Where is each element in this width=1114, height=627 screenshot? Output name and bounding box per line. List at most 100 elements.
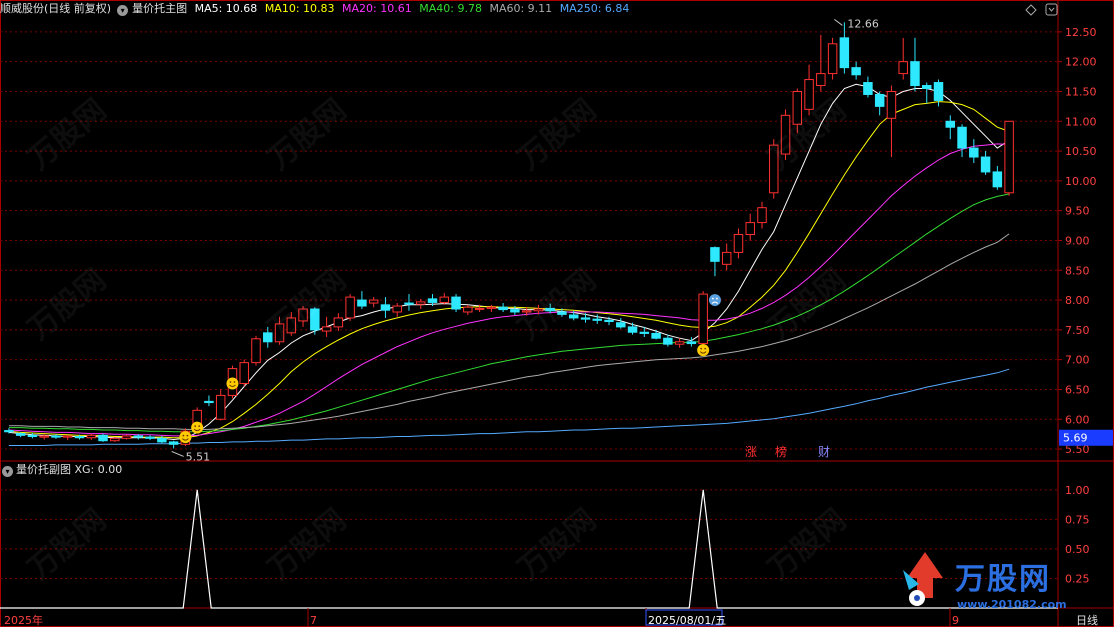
candle-body <box>439 296 450 303</box>
ma60-label: MA60: 9.11 <box>489 2 553 15</box>
candle <box>733 228 744 259</box>
candle-body <box>27 434 38 438</box>
candle-body <box>580 317 591 320</box>
candle <box>86 433 96 441</box>
price-tick-label: 10.50 <box>1065 145 1097 158</box>
stock-title[interactable]: 顺威股份(日线 前复权) <box>0 2 111 15</box>
candle-body <box>74 436 85 439</box>
smiley-eye <box>182 434 185 437</box>
candle <box>627 322 638 335</box>
candle-body <box>980 156 991 173</box>
logo-mascot-icon <box>903 552 943 606</box>
candle <box>498 303 508 312</box>
candle <box>15 432 26 438</box>
candle-body <box>568 314 579 319</box>
ma5-label: MA5: 10.68 <box>194 2 258 15</box>
candle <box>616 317 626 329</box>
candle <box>757 201 767 229</box>
candle <box>710 246 720 277</box>
date-label: 2025/08/01/五 <box>648 614 726 627</box>
candle-body <box>145 436 155 439</box>
sad-face <box>708 294 721 307</box>
candle-body <box>4 430 14 433</box>
chevron-down-icon <box>1048 7 1055 12</box>
event-badge: 财 <box>818 445 830 459</box>
smiley-eye <box>186 434 189 437</box>
candle-body <box>533 308 544 312</box>
candle <box>110 437 120 442</box>
candle <box>215 389 226 421</box>
chevron-down-icon[interactable]: ▾ <box>117 5 129 16</box>
candle-body <box>451 296 461 310</box>
smiley-eye <box>198 425 201 428</box>
candle-body <box>333 317 344 328</box>
candle <box>863 76 873 98</box>
candle-body <box>804 79 814 110</box>
candle-body <box>215 394 226 420</box>
candle <box>27 432 38 439</box>
candle-body <box>427 298 438 303</box>
frame <box>0 0 1114 627</box>
candles <box>4 22 1014 449</box>
ma-lines <box>8 83 1010 446</box>
price-chart[interactable]: 12.50 12.00 11.50 11.00 10.50 10.00 9.50 9.00 8.… <box>0 0 1114 627</box>
smiley-eye <box>233 381 236 383</box>
candle <box>380 297 391 318</box>
low-marker <box>171 451 184 457</box>
candle <box>368 297 379 308</box>
candle-body <box>463 306 473 313</box>
smiley-icon <box>697 344 710 357</box>
candle-body <box>416 301 426 305</box>
ma20-label: MA20: 10.61 <box>342 2 412 15</box>
candle-body <box>474 307 485 310</box>
low-label: 5.51 <box>186 450 211 463</box>
candle-body <box>839 37 850 69</box>
candle-body <box>674 341 685 345</box>
price-tick-label: 8.00 <box>1065 294 1090 307</box>
candle-body <box>898 61 908 75</box>
sub-tick-label: 0.75 <box>1065 513 1090 526</box>
candle-body <box>592 318 602 321</box>
candle-body <box>957 126 967 149</box>
candle <box>992 165 1003 190</box>
candle-body <box>157 437 167 443</box>
ma250-label: MA250: 6.84 <box>559 2 630 15</box>
ma-line-ma10 <box>8 101 1010 439</box>
candle <box>922 82 932 104</box>
candle-body <box>98 434 108 442</box>
candle-body <box>733 234 744 253</box>
high-label: 12.66 <box>847 17 879 30</box>
candle-body <box>769 144 779 194</box>
chevron-down-icon[interactable]: ▾ <box>2 466 13 477</box>
candle <box>910 37 920 92</box>
candle <box>404 294 414 311</box>
candle <box>239 359 249 387</box>
candle <box>969 139 979 163</box>
indicator-name[interactable]: 量价托主图 <box>132 2 187 15</box>
sub-indicator-name[interactable]: 量价托副图 <box>16 463 71 476</box>
candle <box>204 395 214 407</box>
candle-body <box>1004 120 1014 194</box>
price-tick-label: 9.50 <box>1065 205 1090 218</box>
candle-body <box>62 435 73 438</box>
candle-body <box>886 90 897 119</box>
candle <box>321 316 332 338</box>
candle-body <box>721 251 732 265</box>
candle-body <box>121 435 132 439</box>
ma10-label: MA10: 10.83 <box>264 2 335 15</box>
grid-lines <box>0 0 1114 627</box>
logo-text: 万股网 <box>955 562 1051 597</box>
diamond-icon <box>1025 4 1037 16</box>
candle <box>439 292 450 305</box>
candle <box>357 291 367 310</box>
candle-body <box>992 171 1003 188</box>
candle-body <box>851 67 861 76</box>
candle <box>957 124 967 158</box>
candle-body <box>616 322 626 328</box>
candle <box>721 243 732 271</box>
smiley-face <box>191 421 204 434</box>
candle-body <box>321 326 332 332</box>
candle <box>121 434 132 440</box>
date-label: 2025年 <box>4 613 43 627</box>
candle-body <box>792 90 803 125</box>
